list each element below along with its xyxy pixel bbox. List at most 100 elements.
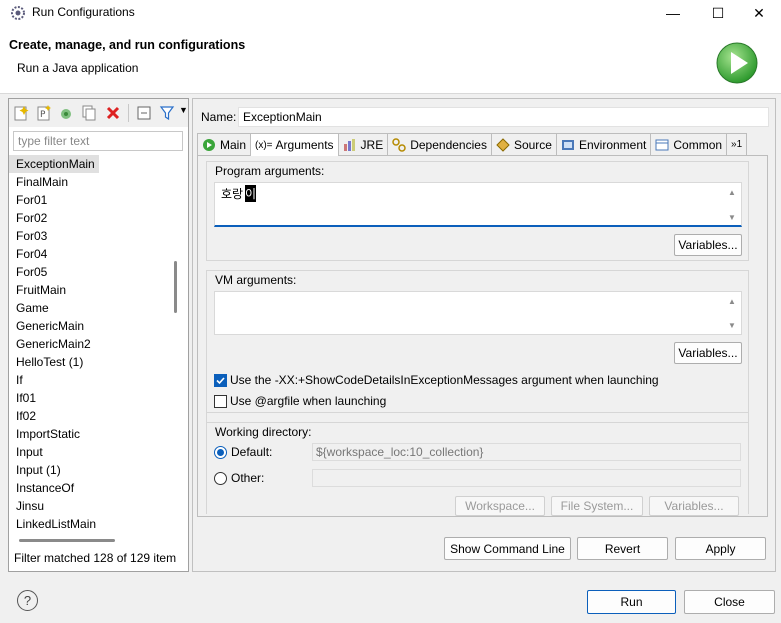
list-item-label: For02 <box>16 211 48 225</box>
tab-common[interactable]: Common <box>650 133 728 155</box>
list-item[interactable]: ImportStatic <box>9 425 179 443</box>
vm-arguments-input[interactable]: ▲ ▼ <box>214 291 742 335</box>
run-button[interactable]: Run <box>587 590 676 614</box>
show-code-details-label: Use the -XX:+ShowCodeDetailsInExceptionM… <box>230 373 659 387</box>
list-item[interactable]: For03 <box>9 227 179 245</box>
argfile-option[interactable]: Use @argfile when launching <box>214 394 386 408</box>
list-item[interactable]: Game <box>9 299 179 317</box>
other-directory-option[interactable]: Other: <box>214 471 264 485</box>
file-system-button[interactable]: File System... <box>551 496 643 516</box>
export-configuration-icon[interactable] <box>58 105 74 121</box>
tab-arguments[interactable]: (x)= Arguments <box>250 133 339 156</box>
filter-input[interactable] <box>13 131 183 151</box>
list-item[interactable]: LinkedListMain <box>9 515 179 533</box>
tab-jre[interactable]: JRE <box>337 133 389 155</box>
program-arguments-selection: 이 <box>245 185 257 202</box>
vm-arguments-variables-button[interactable]: Variables... <box>674 342 742 364</box>
show-code-details-option[interactable]: Use the -XX:+ShowCodeDetailsInExceptionM… <box>214 373 659 387</box>
list-item[interactable]: HelloTest (1) <box>9 353 179 371</box>
list-item-label: If02 <box>16 409 37 423</box>
list-item[interactable]: For01 <box>9 191 179 209</box>
close-button[interactable]: Close <box>684 590 775 614</box>
list-item[interactable]: Jinsu <box>9 497 179 515</box>
list-item[interactable]: If01 <box>9 389 179 407</box>
tab-environment[interactable]: Environment <box>555 133 652 155</box>
scroll-up-icon[interactable]: ▲ <box>727 298 737 306</box>
working-directory-title: Working directory: <box>215 425 312 439</box>
apply-button[interactable]: Apply <box>675 537 766 560</box>
header-subtitle: Run a Java application <box>17 61 139 75</box>
list-item[interactable]: ExceptionMain <box>9 155 179 173</box>
program-arguments-variables-button[interactable]: Variables... <box>674 234 742 256</box>
configuration-list: ExceptionMain FinalMain For01 For02 For03 For… <box>9 155 179 533</box>
other-directory-label: Other: <box>231 471 265 485</box>
default-directory-label: Default: <box>231 445 273 459</box>
scroll-down-icon[interactable]: ▼ <box>727 322 737 330</box>
list-horizontal-scrollbar[interactable] <box>19 539 115 542</box>
list-item[interactable]: GenericMain2 <box>9 335 179 353</box>
list-item[interactable]: If02 <box>9 407 179 425</box>
list-item-label: For03 <box>16 229 48 243</box>
list-item-label: For01 <box>16 193 48 207</box>
title-bar: Run Configurations — ☐ ✕ <box>0 0 781 26</box>
argfile-label: Use @argfile when launching <box>230 394 387 408</box>
list-item-label: Jinsu <box>16 499 45 513</box>
filter-dropdown-icon[interactable]: ▼ <box>179 105 188 115</box>
list-item-label: Game <box>16 301 49 315</box>
program-arguments-input[interactable]: 호랑 이 ▲ ▼ <box>214 182 742 227</box>
help-icon[interactable]: ? <box>17 590 38 611</box>
list-item-label: FruitMain <box>16 283 67 297</box>
list-item-label: ImportStatic <box>16 427 81 441</box>
tab-more[interactable]: »1 <box>726 133 748 155</box>
list-item[interactable]: For02 <box>9 209 179 227</box>
duplicate-configuration-icon[interactable] <box>81 105 97 121</box>
workspace-button[interactable]: Workspace... <box>455 496 545 516</box>
minimize-button[interactable]: — <box>651 0 695 26</box>
tab-jre-label: JRE <box>360 137 384 152</box>
list-vertical-scrollbar[interactable] <box>174 261 177 313</box>
list-item[interactable]: Input (1) <box>9 461 179 479</box>
tab-main[interactable]: Main <box>197 133 252 155</box>
show-code-details-checkbox[interactable] <box>214 373 227 387</box>
show-command-line-button[interactable]: Show Command Line <box>444 537 571 560</box>
configurations-toolbar: P ▼ <box>9 99 188 127</box>
new-prototype-icon[interactable]: P <box>36 105 52 121</box>
list-item[interactable]: GenericMain <box>9 317 179 335</box>
list-item[interactable]: FinalMain <box>9 173 179 191</box>
list-item[interactable]: For04 <box>9 245 179 263</box>
run-launch-icon <box>716 42 758 84</box>
scroll-down-icon[interactable]: ▼ <box>727 214 737 222</box>
maximize-button[interactable]: ☐ <box>696 0 740 26</box>
default-directory-field: ${workspace_loc:10_collection} <box>312 443 741 461</box>
eclipse-gear-icon <box>11 6 25 20</box>
collapse-all-icon[interactable] <box>136 105 152 121</box>
list-item[interactable]: If <box>9 371 179 389</box>
default-directory-option[interactable]: Default: <box>214 445 272 459</box>
name-label: Name: <box>201 110 237 124</box>
other-directory-radio[interactable] <box>214 471 227 485</box>
list-item-label: FinalMain <box>16 175 69 189</box>
delete-configuration-icon[interactable] <box>105 105 121 121</box>
working-directory-variables-button[interactable]: Variables... <box>649 496 739 516</box>
list-item-label: If <box>16 373 23 387</box>
revert-button[interactable]: Revert <box>577 537 668 560</box>
more-tabs-icon: »1 <box>731 139 743 150</box>
new-configuration-icon[interactable] <box>13 105 29 121</box>
filter-status: Filter matched 128 of 129 item <box>14 551 177 565</box>
name-input[interactable]: ExceptionMain <box>238 107 769 127</box>
close-window-button[interactable]: ✕ <box>737 0 781 26</box>
tab-common-label: Common <box>673 137 723 152</box>
list-item[interactable]: InstanceOf <box>9 479 179 497</box>
argfile-checkbox[interactable] <box>214 394 227 408</box>
default-directory-radio[interactable] <box>214 445 227 459</box>
tab-dependencies[interactable]: Dependencies <box>387 133 492 155</box>
tab-environment-label: Environment <box>578 137 647 152</box>
tab-source[interactable]: Source <box>490 133 557 155</box>
filter-icon[interactable] <box>159 105 175 121</box>
list-item[interactable]: FruitMain <box>9 281 179 299</box>
scroll-up-icon[interactable]: ▲ <box>727 189 737 197</box>
list-item[interactable]: For05 <box>9 263 179 281</box>
other-directory-field[interactable] <box>312 469 741 487</box>
list-item[interactable]: Input <box>9 443 179 461</box>
common-icon <box>655 139 669 150</box>
